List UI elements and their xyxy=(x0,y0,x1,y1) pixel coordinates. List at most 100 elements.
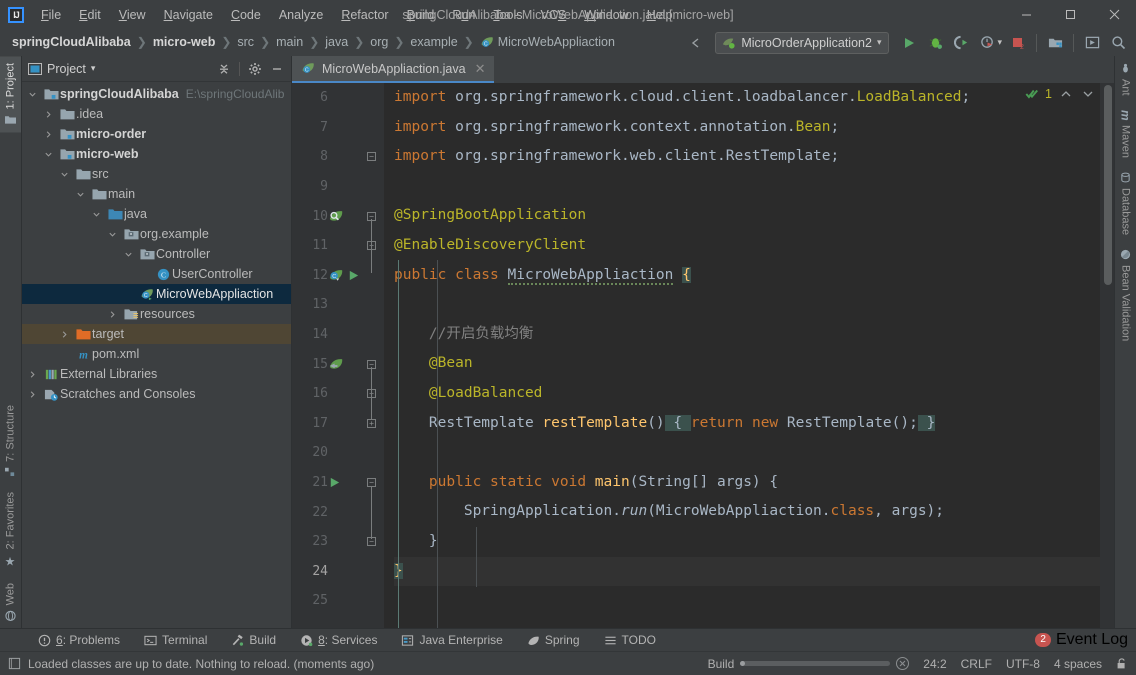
maximize-button[interactable] xyxy=(1048,0,1092,29)
chevron-down-icon[interactable]: ▾ xyxy=(91,63,96,74)
tree-expand-arrow[interactable] xyxy=(124,250,138,259)
code-line-6[interactable]: import org.springframework.cloud.client.… xyxy=(394,83,1100,113)
code-line-11[interactable]: @EnableDiscoveryClient xyxy=(394,231,1100,261)
code-line-14[interactable]: //开启负载均衡 xyxy=(394,320,1100,350)
menu-item-navigate[interactable]: Navigate xyxy=(155,5,222,25)
breadcrumb-item-org[interactable]: org xyxy=(366,34,392,50)
code-line-13[interactable] xyxy=(394,290,1100,320)
menu-item-build[interactable]: Build xyxy=(398,5,444,25)
sidebar-item-favorites[interactable]: ★ 2: Favorites xyxy=(0,485,21,575)
minimize-button[interactable] xyxy=(1004,0,1048,29)
indent-setting[interactable]: 4 spaces xyxy=(1054,657,1102,671)
bottom-tab-todo[interactable]: TODO xyxy=(592,631,668,649)
error-stripe-scrollbar[interactable] xyxy=(1100,83,1114,628)
cancel-task-button[interactable] xyxy=(896,657,910,670)
gutter-line-8[interactable]: 8− xyxy=(292,142,384,172)
tab-microwebappliaction[interactable]: C MicroWebAppliaction.java ✕ xyxy=(292,56,494,83)
tree-expand-arrow[interactable] xyxy=(76,190,90,199)
code-line-24[interactable]: } xyxy=(394,556,1100,587)
spring-config-search-icon[interactable] xyxy=(328,208,345,225)
tree-node-external-libraries[interactable]: External Libraries xyxy=(22,364,291,384)
code-line-15[interactable]: @Bean xyxy=(394,349,1100,379)
run-gutter-icon[interactable] xyxy=(347,269,360,282)
read-write-lock-icon[interactable] xyxy=(1116,657,1128,670)
breadcrumb-item-main[interactable]: main xyxy=(272,34,307,50)
search-everywhere-button[interactable] xyxy=(1106,32,1130,54)
menu-item-file[interactable]: File xyxy=(32,5,70,25)
debug-button[interactable] xyxy=(923,32,947,54)
tree-node--idea[interactable]: .idea xyxy=(22,104,291,124)
tree-expand-arrow[interactable] xyxy=(44,130,58,139)
select-opened-file-button[interactable] xyxy=(1080,32,1104,54)
sidebar-item-web[interactable]: Web xyxy=(0,576,21,628)
sidebar-item-maven[interactable]: m Maven xyxy=(1115,103,1136,166)
tree-node-controller[interactable]: Controller xyxy=(22,244,291,264)
code-line-16[interactable]: @LoadBalanced xyxy=(394,379,1100,409)
bottom-tab-build[interactable]: Build xyxy=(219,631,288,649)
code-line-7[interactable]: import org.springframework.context.annot… xyxy=(394,113,1100,143)
breadcrumb-item-microwebappliaction[interactable]: C MicroWebAppliaction xyxy=(476,34,619,51)
sidebar-item-ant[interactable]: Ant xyxy=(1115,56,1136,103)
file-encoding[interactable]: UTF-8 xyxy=(1006,657,1040,671)
menu-item-window[interactable]: Window xyxy=(575,5,637,25)
menu-item-refactor[interactable]: Refactor xyxy=(332,5,397,25)
tree-expand-arrow[interactable] xyxy=(92,210,106,219)
sidebar-item-bean-validation[interactable]: Bean Validation xyxy=(1115,242,1136,348)
gutter-line-20[interactable]: 20 xyxy=(292,438,384,468)
bottom-tab-8-services[interactable]: 8: Services xyxy=(288,631,389,649)
editor-gutter[interactable]: 678−910−11−12C131415−16−17+2021−2223−242… xyxy=(292,83,384,628)
run-configuration-selector[interactable]: MicroOrderApplication2 ▾ xyxy=(715,31,890,54)
tree-expand-arrow[interactable] xyxy=(28,370,42,379)
breadcrumb-item-example[interactable]: example xyxy=(406,34,461,50)
bottom-tab-terminal[interactable]: Terminal xyxy=(132,631,219,649)
sidebar-item-structure[interactable]: 7: Structure xyxy=(0,398,21,485)
gutter-line-14[interactable]: 14 xyxy=(292,320,384,350)
tree-node-microwebappliaction[interactable]: C MicroWebAppliaction xyxy=(22,284,291,304)
line-separator[interactable]: CRLF xyxy=(961,657,992,671)
tree-expand-arrow[interactable] xyxy=(28,390,42,399)
breadcrumb-item-springcloudalibaba[interactable]: springCloudAlibaba xyxy=(8,34,135,50)
profiler-button[interactable] xyxy=(975,32,999,54)
tree-node-java[interactable]: java xyxy=(22,204,291,224)
profiler-chevron-down-icon[interactable]: ▾ xyxy=(997,37,1002,48)
inspection-widget[interactable]: 1 xyxy=(1025,87,1096,101)
run-gutter-icon[interactable] xyxy=(328,476,341,489)
tree-node-main[interactable]: main xyxy=(22,184,291,204)
memory-indicator-icon[interactable] xyxy=(8,657,21,670)
close-icon[interactable]: ✕ xyxy=(475,61,486,77)
next-highlight-icon[interactable] xyxy=(1080,88,1096,100)
menu-item-view[interactable]: View xyxy=(110,5,155,25)
menu-item-run[interactable]: Run xyxy=(443,5,484,25)
collapse-all-button[interactable] xyxy=(214,59,234,79)
spring-bean-override-icon[interactable] xyxy=(328,356,345,373)
code-line-10[interactable]: @SpringBootApplication xyxy=(394,201,1100,231)
event-log-area[interactable]: 2 Event Log xyxy=(1035,631,1136,649)
project-panel-title[interactable]: Project ▾ xyxy=(28,62,95,76)
tree-node-pom-xml[interactable]: m pom.xml xyxy=(22,344,291,364)
code-line-20[interactable] xyxy=(394,438,1100,468)
code-fold-toggle[interactable]: − xyxy=(367,152,376,162)
bottom-tab-spring[interactable]: Spring xyxy=(515,631,592,649)
breadcrumb-item-java[interactable]: java xyxy=(321,34,352,50)
tree-expand-arrow[interactable] xyxy=(108,230,122,239)
code-line-23[interactable]: } xyxy=(394,527,1100,557)
code-line-21[interactable]: public static void main(String[] args) { xyxy=(394,468,1100,498)
code-line-22[interactable]: SpringApplication.run(MicroWebAppliactio… xyxy=(394,497,1100,527)
tree-node-resources[interactable]: resources xyxy=(22,304,291,324)
tree-node-org-example[interactable]: org.example xyxy=(22,224,291,244)
menu-item-tools[interactable]: Tools xyxy=(484,5,531,25)
menu-item-help[interactable]: Help xyxy=(638,5,682,25)
run-with-coverage-button[interactable] xyxy=(949,32,973,54)
menu-item-code[interactable]: Code xyxy=(222,5,270,25)
tree-expand-arrow[interactable] xyxy=(60,330,74,339)
gutter-line-13[interactable]: 13 xyxy=(292,290,384,320)
sidebar-item-database[interactable]: Database xyxy=(1115,165,1136,242)
tree-expand-arrow[interactable] xyxy=(108,310,122,319)
tree-node-springcloudalibaba[interactable]: springCloudAlibaba E:\springCloudAlib xyxy=(22,84,291,104)
project-tree[interactable]: springCloudAlibaba E:\springCloudAlib .ide… xyxy=(22,82,291,628)
breadcrumb-item-src[interactable]: src xyxy=(233,34,258,50)
tree-expand-arrow[interactable] xyxy=(44,150,58,159)
code-editor[interactable]: 678−910−11−12C131415−16−17+2021−2223−242… xyxy=(292,83,1114,628)
settings-gear-button[interactable] xyxy=(245,59,265,79)
tree-node-usercontroller[interactable]: C UserController xyxy=(22,264,291,284)
